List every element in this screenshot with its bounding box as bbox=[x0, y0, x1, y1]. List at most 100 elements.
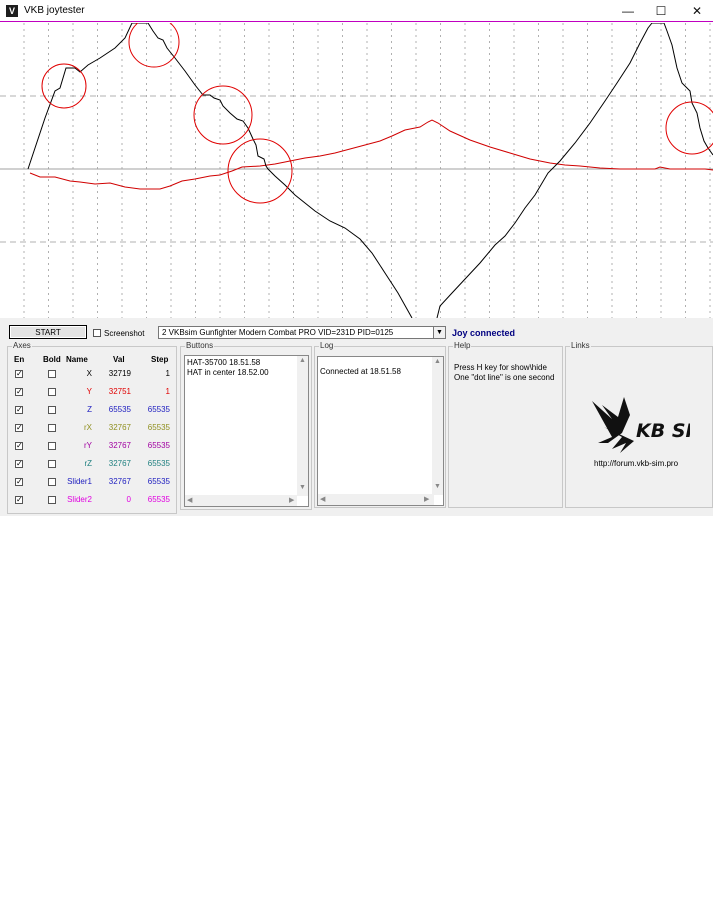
header-bold: Bold bbox=[43, 355, 61, 364]
maximize-button[interactable]: ☐ bbox=[643, 0, 679, 22]
buttons-horizontal-scrollbar[interactable]: ◀ ▶ bbox=[185, 495, 297, 506]
buttons-listbox[interactable]: HAT-35700 18.51.58 HAT in center 18.52.0… bbox=[184, 355, 309, 507]
highlight-circle-3 bbox=[193, 85, 253, 145]
enable-checkbox[interactable]: ✓ bbox=[15, 388, 23, 396]
axis-step: 65535 bbox=[147, 495, 170, 504]
bold-checkbox[interactable] bbox=[48, 406, 56, 414]
scroll-left-icon[interactable]: ◀ bbox=[320, 495, 325, 503]
bold-checkbox[interactable] bbox=[48, 388, 56, 396]
minimize-button[interactable]: — bbox=[610, 0, 646, 22]
highlight-circle-1 bbox=[41, 63, 87, 109]
enable-checkbox[interactable]: ✓ bbox=[15, 442, 23, 450]
close-button[interactable]: ✕ bbox=[679, 0, 713, 22]
graph-grid bbox=[0, 23, 713, 318]
axis-value: 32719 bbox=[108, 369, 131, 378]
screenshot-label: Screenshot bbox=[104, 329, 145, 338]
logo-text: KB SIM bbox=[636, 420, 690, 442]
help-group-title: Help bbox=[453, 341, 472, 350]
links-group: Links KB SIM http://forum.vkb-sim.pro bbox=[565, 341, 713, 508]
links-group-title: Links bbox=[570, 341, 591, 350]
axis-step: 1 bbox=[165, 369, 170, 378]
black-axis-trace bbox=[27, 23, 413, 318]
log-listbox[interactable]: Connected at 18.51.58 ▲ ▼ ◀ ▶ bbox=[317, 356, 444, 506]
axis-name: rX bbox=[84, 423, 92, 432]
enable-checkbox[interactable]: ✓ bbox=[15, 460, 23, 468]
black-axis-trace-return bbox=[436, 23, 713, 318]
axis-step: 65535 bbox=[147, 423, 170, 432]
bold-checkbox[interactable] bbox=[48, 442, 56, 450]
axis-name: Z bbox=[87, 405, 92, 414]
vkbsim-logo-icon[interactable]: KB SIM bbox=[590, 393, 690, 455]
axis-name: rY bbox=[84, 441, 92, 450]
axis-value: 0 bbox=[126, 495, 131, 504]
help-line: One "dot line" is one second bbox=[454, 373, 555, 382]
app-icon: V bbox=[6, 5, 18, 17]
bold-checkbox[interactable] bbox=[48, 424, 56, 432]
enable-checkbox[interactable]: ✓ bbox=[15, 424, 23, 432]
header-val: Val bbox=[113, 355, 125, 364]
log-vertical-scrollbar[interactable]: ▲ ▼ bbox=[432, 357, 443, 495]
axis-name: Slider1 bbox=[67, 477, 92, 486]
enable-checkbox[interactable]: ✓ bbox=[15, 478, 23, 486]
bold-checkbox[interactable] bbox=[48, 478, 56, 486]
device-select-value: 2 VKBsim Gunfighter Modern Combat PRO VI… bbox=[162, 328, 394, 337]
axis-value: 32767 bbox=[108, 441, 131, 450]
help-line: Press H key for show\hide bbox=[454, 363, 547, 372]
connection-status: Joy connected bbox=[452, 328, 516, 338]
scroll-left-icon[interactable]: ◀ bbox=[187, 496, 192, 504]
log-group-title: Log bbox=[319, 341, 335, 350]
axis-step: 65535 bbox=[147, 405, 170, 414]
header-step: Step bbox=[151, 355, 169, 364]
axis-step: 65535 bbox=[147, 477, 170, 486]
control-panel: START Screenshot 2 VKBsim Gunfighter Mod… bbox=[0, 318, 713, 516]
axes-group-title: Axes bbox=[12, 341, 32, 350]
enable-checkbox[interactable]: ✓ bbox=[15, 496, 23, 504]
scroll-up-icon[interactable]: ▲ bbox=[434, 358, 441, 365]
axis-value: 32767 bbox=[108, 477, 131, 486]
axis-value: 65535 bbox=[108, 405, 131, 414]
bold-checkbox[interactable] bbox=[48, 496, 56, 504]
forum-link[interactable]: http://forum.vkb-sim.pro bbox=[594, 459, 678, 468]
chevron-down-icon[interactable]: ▼ bbox=[433, 327, 445, 338]
axis-value: 32767 bbox=[108, 423, 131, 432]
help-group: Help Press H key for show\hide One "dot … bbox=[448, 341, 563, 508]
screenshot-checkbox[interactable] bbox=[93, 329, 101, 337]
list-item: Connected at 18.51.58 bbox=[320, 367, 401, 376]
start-button[interactable]: START bbox=[9, 325, 87, 339]
buttons-vertical-scrollbar[interactable]: ▲ ▼ bbox=[297, 356, 308, 496]
highlight-circle-4 bbox=[227, 138, 293, 204]
buttons-group: Buttons HAT-35700 18.51.58 HAT in center… bbox=[180, 341, 312, 510]
axis-name: rZ bbox=[84, 459, 92, 468]
axis-graph bbox=[0, 23, 713, 319]
enable-checkbox[interactable]: ✓ bbox=[15, 370, 23, 378]
scroll-down-icon[interactable]: ▼ bbox=[434, 483, 441, 490]
header-en: En bbox=[14, 355, 25, 364]
axis-name: X bbox=[86, 369, 92, 378]
red-axis-trace bbox=[29, 119, 713, 190]
bold-checkbox[interactable] bbox=[48, 460, 56, 468]
axis-name: Y bbox=[86, 387, 92, 396]
axis-step: 1 bbox=[165, 387, 170, 396]
log-group: Log Connected at 18.51.58 ▲ ▼ ◀ ▶ bbox=[314, 341, 446, 508]
highlight-circle-5 bbox=[665, 101, 713, 155]
title-bar: V VKB joytester — ☐ ✕ bbox=[0, 0, 713, 22]
header-name: Name bbox=[66, 355, 88, 364]
log-horizontal-scrollbar[interactable]: ◀ ▶ bbox=[318, 494, 434, 505]
axes-group: Axes En Bold Name Val Step ✓ X 32719 1 ✓ Y 327… bbox=[7, 341, 177, 514]
scroll-right-icon[interactable]: ▶ bbox=[289, 496, 294, 504]
axis-step: 65535 bbox=[147, 459, 170, 468]
axis-value: 32767 bbox=[108, 459, 131, 468]
list-item: HAT-35700 18.51.58 bbox=[187, 358, 261, 367]
device-select[interactable]: 2 VKBsim Gunfighter Modern Combat PRO VI… bbox=[158, 326, 446, 339]
scroll-up-icon[interactable]: ▲ bbox=[299, 357, 306, 364]
axis-name: Slider2 bbox=[67, 495, 92, 504]
graph-canvas bbox=[0, 23, 713, 318]
axis-value: 32751 bbox=[108, 387, 131, 396]
scroll-down-icon[interactable]: ▼ bbox=[299, 484, 306, 491]
bold-checkbox[interactable] bbox=[48, 370, 56, 378]
enable-checkbox[interactable]: ✓ bbox=[15, 406, 23, 414]
list-item: HAT in center 18.52.00 bbox=[187, 368, 269, 377]
window-title: VKB joytester bbox=[24, 5, 85, 16]
scroll-right-icon[interactable]: ▶ bbox=[424, 495, 429, 503]
buttons-group-title: Buttons bbox=[185, 341, 215, 350]
